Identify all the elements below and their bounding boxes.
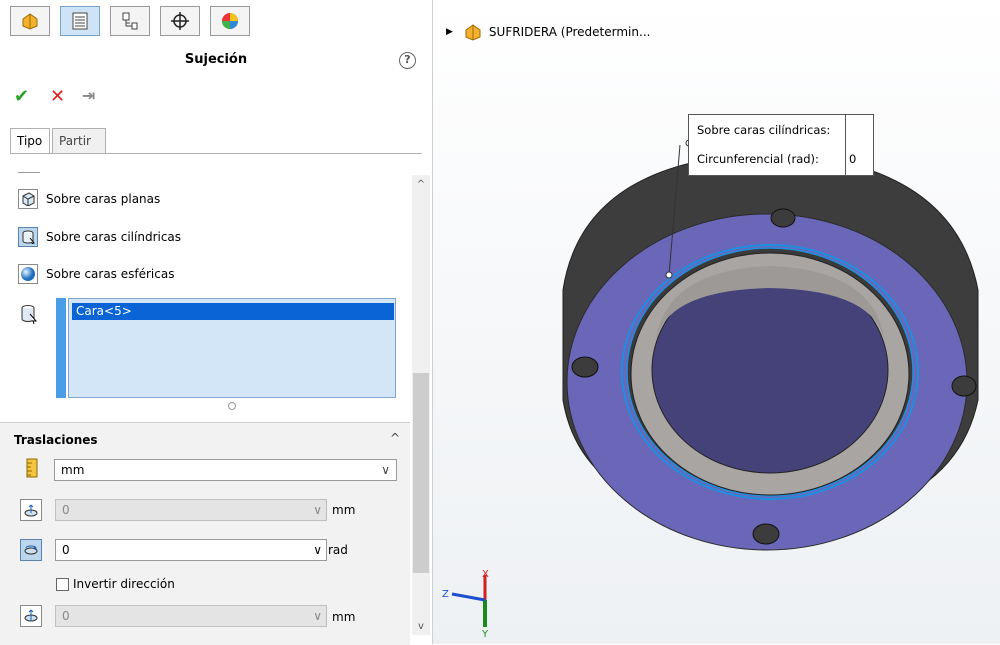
input-value: 0 (62, 543, 70, 557)
triad-axes: X Y Z (442, 569, 489, 640)
bolt-hole (752, 523, 780, 545)
option-label: Sobre caras planas (46, 192, 161, 206)
dimxpert-tab[interactable] (160, 6, 200, 36)
translations-section: Traslaciones ^ mm ∨ 0 ∨ mm 0 ∨ rad Inver… (0, 422, 410, 645)
unit-label: mm (332, 610, 356, 624)
manager-tab-bar (0, 0, 432, 42)
radial-direction-icon[interactable] (20, 499, 42, 521)
scroll-hint-line (18, 172, 40, 173)
section-title: Traslaciones (14, 433, 98, 447)
bolt-hole (951, 375, 977, 397)
subtab-divider (10, 153, 422, 154)
fixture-callout[interactable]: Sobre caras cilíndricas: Circunferencial… (688, 114, 874, 176)
unit-select-value: mm (61, 463, 85, 477)
checkbox-label: Invertir dirección (73, 577, 175, 591)
ring-model[interactable] (433, 0, 1000, 644)
z-axis-arrow (451, 592, 486, 602)
sphere-face-icon (18, 264, 38, 284)
chevron-down-icon: ∨ (381, 463, 390, 477)
bolt-hole (770, 208, 796, 228)
configuration-manager-tab[interactable] (110, 6, 150, 36)
property-manager-tab[interactable] (60, 6, 100, 36)
x-axis-label: X (482, 569, 489, 580)
selection-accent-bar (56, 298, 66, 398)
feature-manager-tab[interactable] (10, 6, 50, 36)
scroll-down-icon[interactable]: v (412, 621, 430, 632)
panel-scrollbar[interactable]: ^ v (412, 175, 430, 635)
circumferential-direction-icon[interactable] (20, 539, 42, 561)
unit-select[interactable]: mm ∨ (54, 459, 397, 481)
input-value: 0 (62, 609, 70, 623)
tab-tipo[interactable]: Tipo (10, 128, 50, 154)
list-item[interactable]: Cara<5> (72, 303, 394, 320)
tab-partir[interactable]: Partir (52, 128, 106, 154)
leader-anchor (665, 271, 673, 279)
axial-value-input: 0 ∨ (55, 605, 327, 627)
option-spherical-faces[interactable]: Sobre caras esféricas (18, 262, 174, 286)
bolt-hole (571, 356, 599, 378)
circumferential-value-input[interactable]: 0 ∨ (55, 539, 327, 561)
collapse-chevron-icon[interactable]: ^ (390, 431, 400, 445)
option-label: Sobre caras cilíndricas (46, 230, 182, 244)
z-axis-label: Z (442, 589, 449, 600)
resize-grip[interactable] (228, 402, 236, 410)
pin-icon[interactable]: ⇥ (82, 86, 95, 105)
selected-entities-list[interactable]: Cara<5> (68, 298, 396, 398)
callout-value: 0 (849, 152, 857, 166)
axial-direction-icon[interactable] (20, 605, 42, 627)
unit-label: rad (328, 543, 348, 557)
callout-title: Sobre caras cilíndricas: (697, 123, 831, 137)
part-icon (22, 13, 38, 30)
scroll-thumb[interactable] (413, 373, 429, 573)
chevron-down-icon: ∨ (313, 543, 322, 557)
crosshair-icon (171, 12, 189, 30)
callout-divider (845, 115, 846, 175)
page-title: Sujeción (184, 52, 248, 67)
callout-label: Circunferencial (rad): (697, 152, 819, 166)
property-manager-panel: Sujeción ? ✔ ✕ ⇥ Tipo Partir Sobre caras… (0, 0, 433, 645)
option-cylindrical-faces[interactable]: Sobre caras cilíndricas (18, 225, 181, 249)
display-manager-tab[interactable] (210, 6, 250, 36)
face-selection-icon (20, 304, 38, 329)
flat-face-icon (18, 189, 38, 209)
radial-value-input: 0 ∨ (55, 499, 327, 521)
appearance-sphere-icon (222, 13, 238, 29)
scroll-up-icon[interactable]: ^ (412, 179, 430, 190)
invert-direction-checkbox[interactable] (56, 578, 69, 591)
ok-button[interactable]: ✔ (14, 86, 29, 107)
option-label: Sobre caras esféricas (46, 267, 175, 281)
chevron-down-icon: ∨ (313, 609, 322, 623)
unit-label: mm (332, 503, 356, 517)
input-value: 0 (62, 503, 70, 517)
configuration-icon (122, 12, 138, 30)
y-axis-label: Y (481, 629, 489, 640)
chevron-down-icon: ∨ (313, 503, 322, 517)
ruler-icon (26, 458, 38, 481)
cancel-button[interactable]: ✕ (50, 86, 65, 107)
cylinder-face-icon (18, 227, 38, 247)
option-flat-faces[interactable]: Sobre caras planas (18, 187, 160, 211)
help-icon[interactable]: ? (399, 52, 416, 69)
property-list-icon (72, 12, 88, 30)
